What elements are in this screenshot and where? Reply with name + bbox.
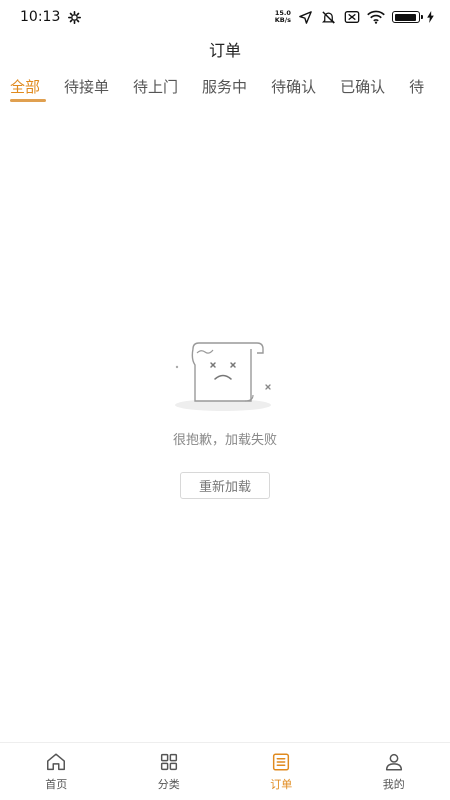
user-icon [385,753,402,771]
tab-label: 待上门 [133,77,179,96]
location-arrow-icon [299,10,312,24]
page-title: 订单 [208,41,241,60]
nav-orders[interactable]: 订单 [225,743,338,800]
status-bar: 10:13 15.0 KB/s [0,0,450,34]
page-header: 订单 [0,34,450,64]
tab-pending-accept[interactable]: 待接单 [52,70,121,102]
no-sim-icon [344,11,360,23]
sad-paper-scroll-icon [175,342,271,411]
nav-label: 我的 [382,778,405,791]
status-left: 10:13 [20,9,82,25]
tab-label: 待 [409,77,425,96]
settings-gear-icon [68,10,82,24]
nav-home[interactable]: 首页 [0,743,113,800]
nav-label: 首页 [45,778,68,791]
tab-all[interactable]: 全部 [0,70,52,102]
order-status-tabs: 全部 待接单 待上门 服务中 待确认 已确认 待 [0,70,450,106]
nav-label: 分类 [157,778,180,791]
tab-label: 待接单 [64,77,110,96]
tab-in-service[interactable]: 服务中 [190,70,259,102]
tab-label: 全部 [10,77,41,96]
battery-icon [392,11,423,23]
tab-pending-confirm[interactable]: 待确认 [259,70,328,102]
tab-label: 待确认 [271,77,317,96]
tab-label: 已确认 [340,77,386,96]
load-error-state: 很抱歉，加载失败 重新加载 [0,335,450,499]
network-speed-unit: KB/s [274,16,291,24]
charging-bolt-icon [427,11,434,23]
wifi-icon [367,10,385,24]
network-speed: 15.0 KB/s [275,10,291,24]
tab-confirmed[interactable]: 已确认 [328,70,397,102]
load-error-message: 很抱歉，加载失败 [172,433,277,448]
grid-icon [160,753,177,771]
nav-category[interactable]: 分类 [113,743,226,800]
home-icon [47,753,66,771]
status-right: 15.0 KB/s [275,10,434,25]
order-list-icon [273,753,290,771]
mute-bell-icon [321,10,336,24]
status-time: 10:13 [20,9,61,25]
tab-pending-visit[interactable]: 待上门 [121,70,190,102]
nav-label: 订单 [270,778,293,791]
bottom-nav: 首页 分类 订单 我的 [0,742,450,800]
battery-fill [394,13,417,21]
tab-more-pending[interactable]: 待 [397,70,436,102]
tab-label: 服务中 [202,77,248,96]
nav-mine[interactable]: 我的 [338,743,450,800]
reload-button[interactable]: 重新加载 [180,472,270,499]
